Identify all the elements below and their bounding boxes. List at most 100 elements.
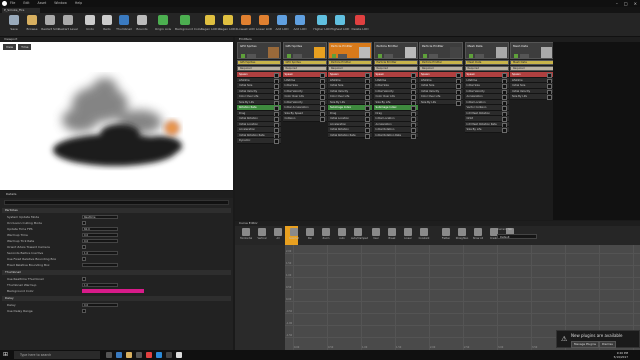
emitters-empty-area[interactable] bbox=[553, 42, 640, 220]
module-checkbox[interactable] bbox=[319, 117, 325, 122]
curve-tool-show-all-button[interactable]: Show All bbox=[471, 228, 485, 240]
emitter-enable-checkbox[interactable] bbox=[241, 54, 245, 58]
windows-start-icon[interactable]: ⊞ bbox=[3, 352, 8, 358]
toolbar-add-lod-button[interactable]: Add LOD bbox=[272, 15, 292, 31]
emitter-type-module[interactable]: GPU Sprites bbox=[282, 60, 327, 65]
emitter-column[interactable]: Particle Emitter Particle Emitter Required… bbox=[328, 42, 372, 220]
chrome-icon[interactable] bbox=[146, 352, 152, 358]
curve-tool-user-button[interactable]: User bbox=[369, 228, 383, 240]
manage-plugins-button[interactable]: Manage Plugins bbox=[571, 341, 600, 348]
property-value-field[interactable]: 0.0 bbox=[82, 233, 118, 237]
toolbar-restart-level-button[interactable]: Restart Level bbox=[58, 15, 78, 31]
toolbar-regen-lod2-button[interactable]: Regen LOD2 bbox=[218, 15, 238, 31]
module-checkbox[interactable] bbox=[547, 95, 552, 100]
taskbar-search-input[interactable]: Type here to search bbox=[14, 351, 100, 359]
unreal-editor-icon[interactable] bbox=[176, 352, 182, 358]
emitter-header[interactable]: Particle Emitter bbox=[419, 42, 463, 59]
emitter-enable-checkbox[interactable] bbox=[286, 54, 291, 58]
minimize-icon[interactable]: – bbox=[616, 1, 618, 6]
emitter-column[interactable]: GPU Sprites GPU Sprites Required Spawn Lifet… bbox=[282, 42, 327, 220]
toolbar-save-button[interactable]: Save bbox=[4, 15, 24, 31]
toolbar-delete-lod-button[interactable]: Delete LOD bbox=[350, 15, 370, 31]
property-value-field[interactable]: Realtime bbox=[82, 215, 118, 219]
emitter-type-module[interactable]: Particle Emitter bbox=[328, 60, 372, 65]
module-checkbox[interactable] bbox=[501, 128, 507, 133]
emitter-enable-checkbox[interactable] bbox=[514, 54, 518, 58]
current-tab-dropdown[interactable]: Default bbox=[497, 234, 537, 239]
required-module[interactable]: Required bbox=[282, 66, 327, 71]
property-value-field[interactable] bbox=[82, 263, 118, 267]
emitter-module[interactable]: Initial Rotation Rate bbox=[328, 132, 372, 139]
emitter-module[interactable]: Size By Life bbox=[510, 94, 554, 100]
epic-launcher-icon[interactable] bbox=[166, 352, 172, 358]
emitter-solo-button[interactable] bbox=[520, 54, 529, 58]
menu-item-edit[interactable]: Edit bbox=[23, 1, 29, 5]
emitter-solo-button[interactable] bbox=[338, 54, 347, 58]
details-tab[interactable]: Details bbox=[0, 191, 233, 198]
curve-tool-zoom-button[interactable]: Zoom bbox=[319, 228, 333, 240]
store-icon[interactable] bbox=[136, 352, 142, 358]
emitter-header[interactable]: GPU Sprites bbox=[237, 42, 281, 59]
emitter-solo-button[interactable] bbox=[247, 54, 256, 58]
emitter-module[interactable]: Size By Life bbox=[464, 127, 509, 133]
emitter-column[interactable]: Particle Emitter Particle Emitter Required… bbox=[373, 42, 418, 220]
toolbar-thumbnail-button[interactable]: Thumbnail bbox=[114, 15, 134, 31]
toolbar-origin-axis-button[interactable]: Origin Axis bbox=[153, 15, 173, 31]
toolbar-highest-lod-button[interactable]: Highest LOD bbox=[330, 15, 350, 31]
property-checkbox[interactable] bbox=[82, 245, 86, 249]
toolbar-lower-lod-button[interactable]: Lower LOD bbox=[254, 15, 274, 31]
close-icon[interactable]: × bbox=[634, 1, 637, 6]
toolbar-higher-lod-button[interactable]: Higher LOD bbox=[312, 15, 332, 31]
emitter-solo-button[interactable] bbox=[383, 54, 393, 58]
property-value-field[interactable]: 0.0 bbox=[82, 239, 118, 243]
file-explorer-icon[interactable] bbox=[126, 352, 132, 358]
curve-tool-vertical-button[interactable]: Vertical bbox=[255, 228, 269, 240]
curve-tool-constant-button[interactable]: Constant bbox=[417, 228, 431, 240]
toolbar-add-lod-button[interactable]: Add LOD bbox=[290, 15, 310, 31]
thumbnail-section-header[interactable]: Thumbnail bbox=[2, 270, 231, 275]
required-module[interactable]: Required bbox=[419, 66, 463, 71]
property-checkbox[interactable] bbox=[82, 277, 86, 281]
emitter-column[interactable]: Mesh Data Mesh Data Required Spawn Lifetime I… bbox=[464, 42, 509, 220]
menu-item-asset[interactable]: Asset bbox=[38, 1, 47, 5]
menu-item-help[interactable]: Help bbox=[75, 1, 82, 5]
toolbar-background-color-button[interactable]: Background Color bbox=[175, 15, 202, 31]
app-icon[interactable] bbox=[156, 352, 162, 358]
delay-section-header[interactable]: Delay bbox=[2, 296, 231, 301]
menu-item-window[interactable]: Window bbox=[54, 1, 67, 5]
curve-tool-straighten-button[interactable]: Straighten bbox=[455, 228, 469, 240]
required-module[interactable]: Required bbox=[464, 66, 509, 71]
module-checkbox[interactable] bbox=[274, 139, 279, 144]
emitter-enable-checkbox[interactable] bbox=[377, 54, 382, 58]
module-checkbox[interactable] bbox=[365, 133, 370, 139]
property-value-field[interactable]: 0.0 bbox=[82, 303, 118, 307]
property-value-field[interactable]: 1.0 bbox=[82, 283, 118, 287]
property-checkbox[interactable] bbox=[82, 309, 86, 313]
emitter-module[interactable]: Size By Life bbox=[419, 99, 463, 106]
curve-tool-break-button[interactable]: Break bbox=[385, 228, 399, 240]
property-value-field[interactable]: 60.0 bbox=[82, 227, 118, 231]
task-view-icon[interactable] bbox=[106, 352, 112, 358]
edge-browser-icon[interactable] bbox=[116, 352, 122, 358]
menu-item-file[interactable]: File bbox=[10, 1, 15, 5]
emitter-type-module[interactable]: GPU Sprites bbox=[237, 60, 281, 65]
background-color-swatch[interactable] bbox=[82, 289, 144, 293]
property-checkbox[interactable] bbox=[82, 257, 86, 261]
required-module[interactable]: Required bbox=[510, 66, 554, 71]
required-module[interactable]: Required bbox=[328, 66, 372, 71]
curve-tool-auto-button[interactable]: Auto bbox=[335, 228, 349, 240]
emitter-module[interactable]: Collision bbox=[282, 116, 327, 122]
module-checkbox[interactable] bbox=[456, 100, 461, 106]
emitter-solo-button[interactable] bbox=[429, 54, 438, 58]
toolbar-restart-sim-button[interactable]: Restart Sim bbox=[40, 15, 60, 31]
emitter-module[interactable]: Dynamic bbox=[237, 138, 281, 144]
module-checkbox[interactable] bbox=[410, 133, 416, 139]
emitter-type-module[interactable]: Particle Emitter bbox=[373, 60, 418, 65]
emitter-column[interactable]: Particle Emitter Particle Emitter Required… bbox=[419, 42, 463, 220]
emitter-column[interactable]: Mesh Data Mesh Data Required Spawn Lifetime I… bbox=[510, 42, 554, 220]
system-clock[interactable]: 9:26 PM 5/19/2017 bbox=[614, 351, 628, 359]
emitter-column[interactable]: GPU Sprites GPU Sprites Required Spawn Lifet… bbox=[237, 42, 281, 220]
emitter-type-module[interactable]: Mesh Data bbox=[510, 60, 554, 65]
required-module[interactable]: Required bbox=[237, 66, 281, 71]
emitter-header[interactable]: GPU Sprites bbox=[282, 42, 327, 59]
